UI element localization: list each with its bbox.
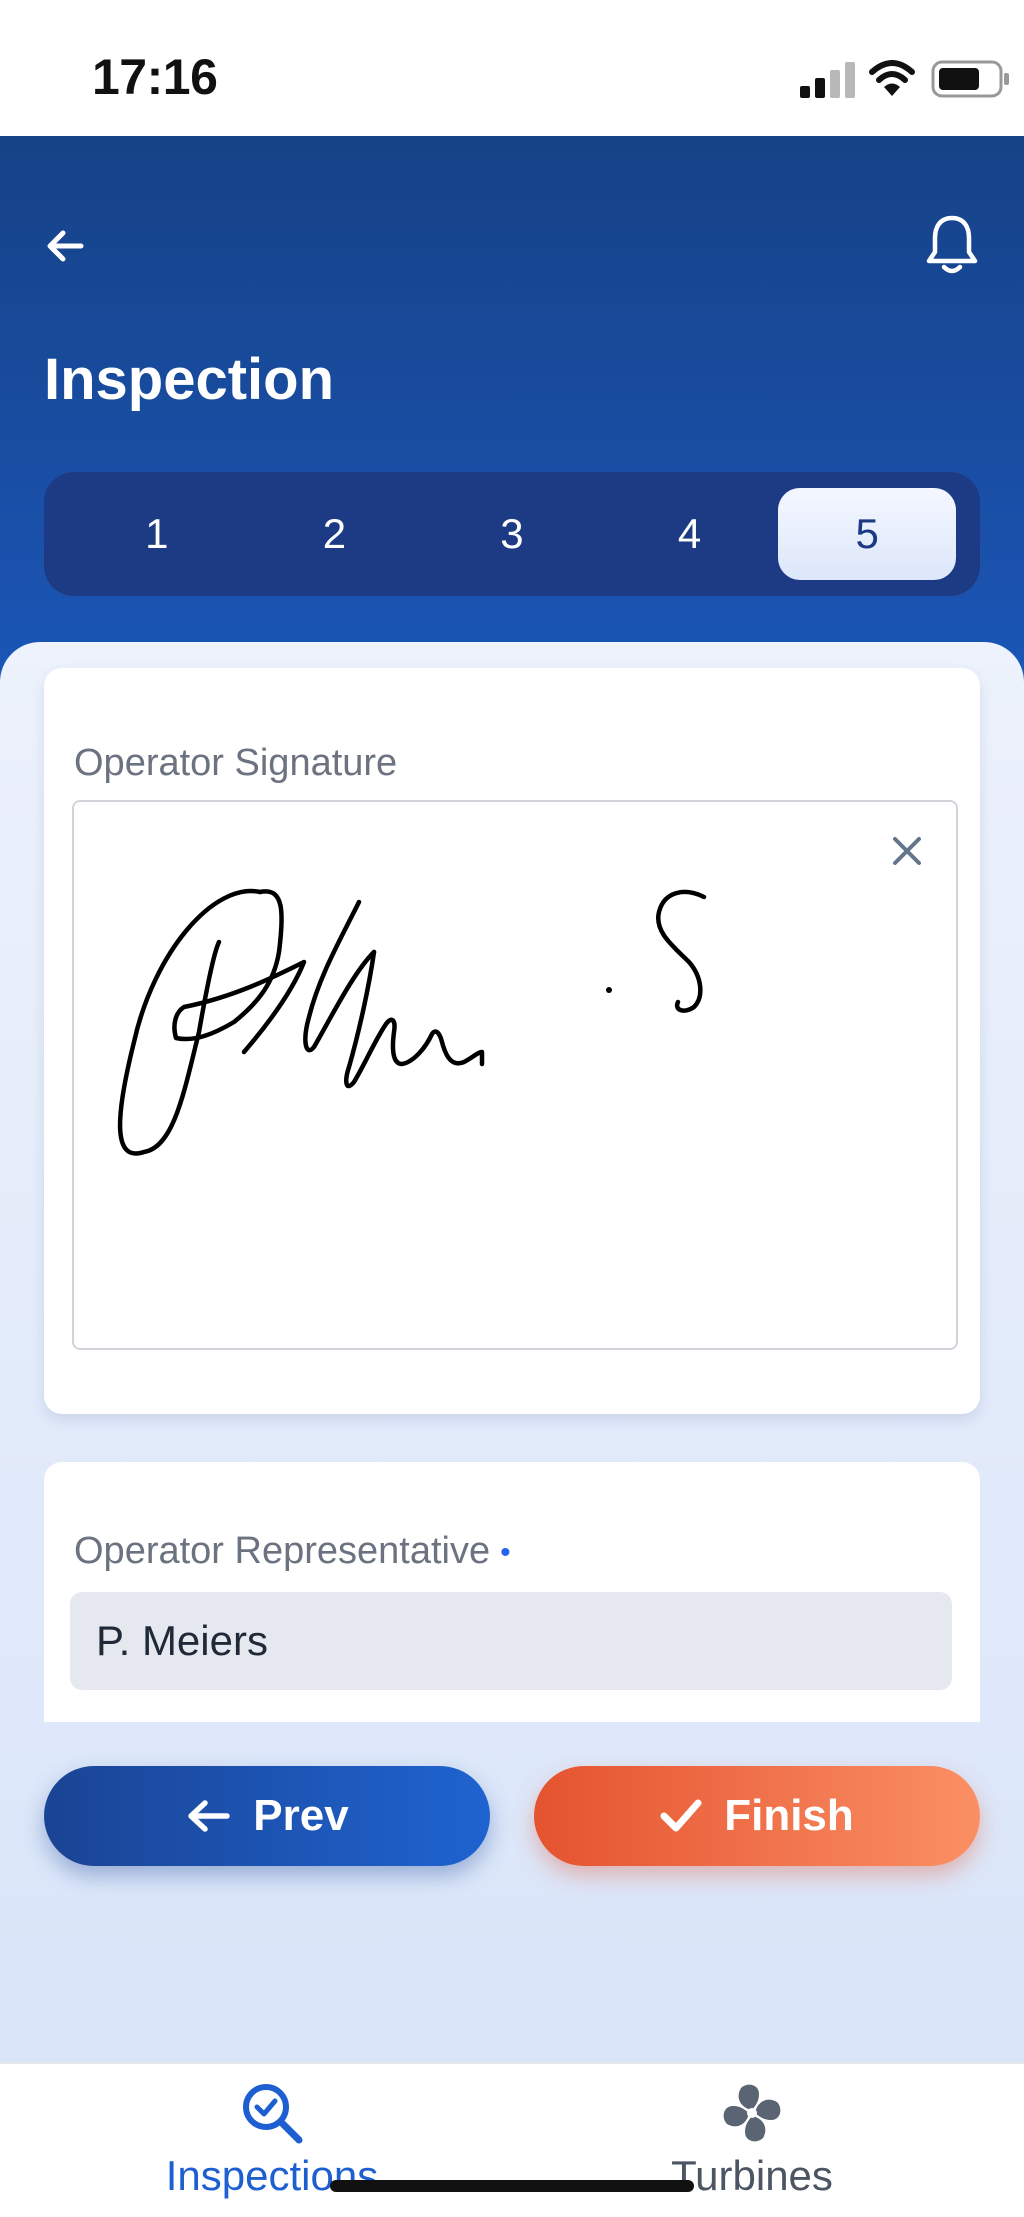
signature-label: Operator Signature bbox=[74, 742, 398, 784]
required-indicator: • bbox=[500, 1535, 511, 1569]
back-button[interactable] bbox=[40, 216, 90, 276]
wifi-icon bbox=[869, 60, 915, 96]
turbine-fan-icon bbox=[723, 2084, 781, 2142]
signature-pad[interactable] bbox=[72, 800, 958, 1350]
close-icon bbox=[893, 837, 921, 865]
step-3[interactable]: 3 bbox=[423, 488, 601, 580]
step-2[interactable]: 2 bbox=[246, 488, 424, 580]
tab-inspections-label: Inspections bbox=[165, 2152, 379, 2199]
signature-drawing bbox=[117, 888, 707, 1156]
representative-input[interactable] bbox=[70, 1592, 952, 1690]
bell-icon bbox=[926, 215, 978, 274]
signature-card: Operator Signature bbox=[44, 668, 980, 1414]
tab-turbines-label: Turbines bbox=[671, 2152, 833, 2199]
bottom-tab-bar: Inspections Turbines bbox=[0, 2062, 1024, 2217]
step-1[interactable]: 1 bbox=[68, 488, 246, 580]
status-time: 17:16 bbox=[92, 49, 218, 105]
arrow-left-icon bbox=[185, 1798, 231, 1834]
step-4[interactable]: 4 bbox=[601, 488, 779, 580]
arrow-left-icon bbox=[47, 230, 84, 262]
status-bar: 17:16 bbox=[0, 0, 1024, 136]
home-indicator bbox=[330, 2180, 694, 2192]
signal-icon bbox=[800, 62, 855, 98]
prev-label: Prev bbox=[253, 1791, 349, 1840]
step-5[interactable]: 5 bbox=[778, 488, 956, 580]
battery-icon bbox=[931, 60, 1009, 98]
checkmark-icon bbox=[660, 1798, 702, 1834]
inspection-search-icon bbox=[243, 2084, 303, 2144]
step-selector: 1 2 3 4 5 bbox=[44, 472, 980, 596]
finish-label: Finish bbox=[724, 1791, 854, 1840]
app-header: Inspection 1 2 3 4 5 bbox=[0, 136, 1024, 696]
representative-label: Operator Representative • bbox=[74, 1530, 511, 1573]
form-content: Operator Signature Operator Representati… bbox=[0, 642, 1024, 2062]
clear-signature-button[interactable] bbox=[882, 826, 932, 876]
representative-label-text: Operator Representative bbox=[74, 1530, 491, 1572]
finish-button[interactable]: Finish bbox=[534, 1766, 980, 1866]
page-title: Inspection bbox=[44, 347, 335, 412]
representative-card: Operator Representative • bbox=[44, 1462, 980, 1722]
prev-button[interactable]: Prev bbox=[44, 1766, 490, 1866]
notifications-button[interactable] bbox=[920, 208, 984, 280]
